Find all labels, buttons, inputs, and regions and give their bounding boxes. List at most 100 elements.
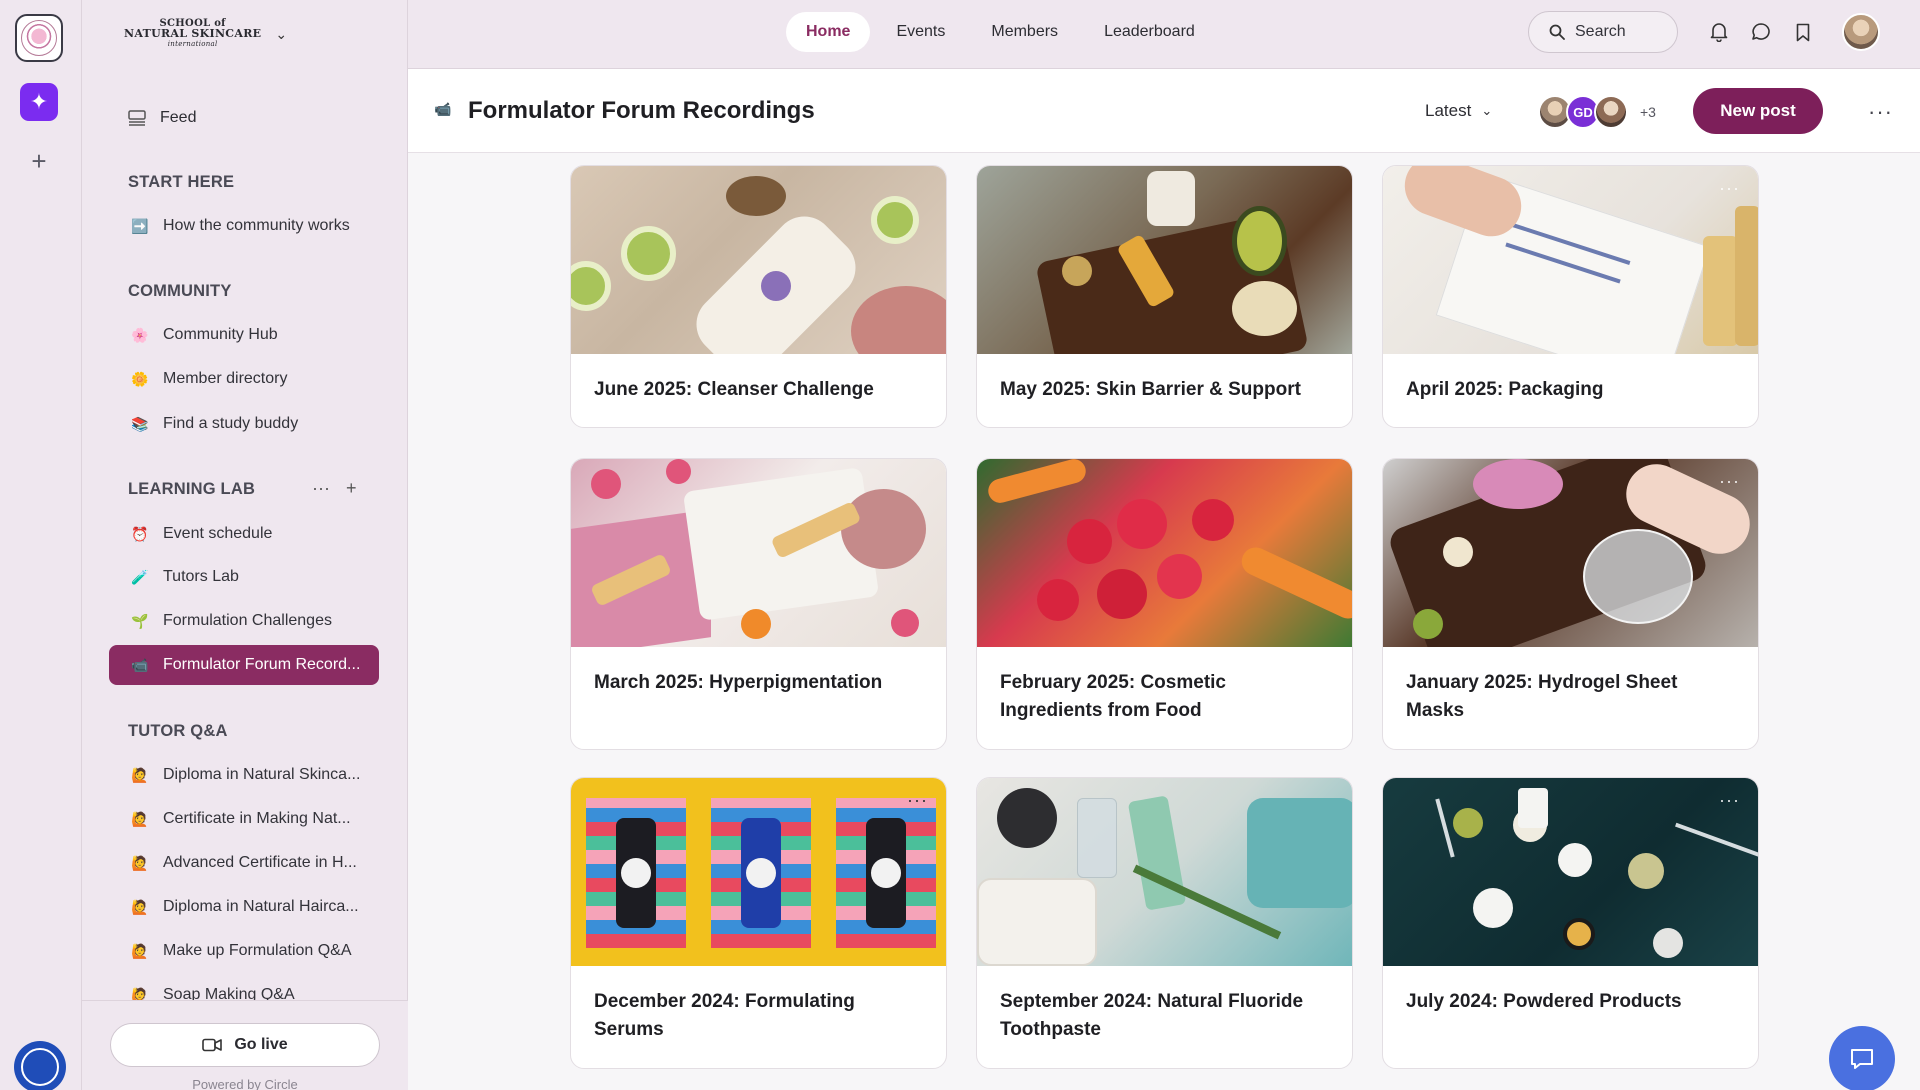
flower-icon: 🌸	[131, 326, 149, 343]
more-options-icon[interactable]: ···	[907, 790, 928, 811]
post-card[interactable]: ··· July 2024: Powdered Products	[1382, 777, 1759, 1069]
chat-icon[interactable]	[1748, 18, 1774, 46]
video-camera-icon: 📹	[434, 101, 452, 117]
sidebar-item-label: Tutors Lab	[163, 568, 239, 585]
go-live-button[interactable]: Go live	[110, 1023, 380, 1067]
post-card[interactable]: September 2024: Natural Fluoride Toothpa…	[976, 777, 1353, 1069]
video-icon	[202, 1038, 223, 1052]
sidebar-item-certificate-making-nat[interactable]: 🙋 Certificate in Making Nat...	[109, 799, 379, 839]
tab-members[interactable]: Members	[971, 12, 1078, 52]
sidebar-item-label: Formulator Forum Record...	[163, 656, 361, 673]
arrow-icon: ➡️	[131, 217, 149, 234]
post-thumbnail	[977, 166, 1352, 354]
more-options-icon[interactable]: ···	[1719, 471, 1740, 492]
more-options-icon[interactable]: ···	[1868, 99, 1893, 125]
seedling-icon: 🌱	[131, 612, 149, 629]
section-start-here[interactable]: START HERE	[128, 173, 234, 192]
tab-events[interactable]: Events	[876, 12, 965, 52]
sidebar-item-make-up-formulation[interactable]: 🙋 Make up Formulation Q&A	[109, 931, 379, 971]
sidebar-item-formulator-forum-recordings[interactable]: 📹 Formulator Forum Record...	[109, 645, 379, 685]
sidebar-item-feed[interactable]: Feed	[128, 104, 196, 132]
sparkle-icon[interactable]: ✦	[20, 83, 58, 121]
post-card[interactable]: February 2025: Cosmetic Ingredients from…	[976, 458, 1353, 750]
community-brand[interactable]: SCHOOL of NATURAL SKINCARE international…	[124, 16, 287, 52]
section-tutor-qa[interactable]: TUTOR Q&A	[128, 722, 228, 741]
sidebar-item-find-study-buddy[interactable]: 📚 Find a study buddy	[109, 404, 379, 444]
post-card[interactable]: ··· December 2024: Formulating Serums	[570, 777, 947, 1069]
community-logo-icon	[21, 20, 57, 56]
post-thumbnail	[977, 459, 1352, 647]
add-space-icon[interactable]: +	[346, 478, 357, 499]
sidebar-item-how-community-works[interactable]: ➡️ How the community works	[109, 206, 379, 246]
user-avatar[interactable]	[1842, 13, 1880, 51]
raised-hand-icon: 🙋	[131, 898, 149, 915]
search-icon	[1549, 24, 1565, 40]
sidebar-item-formulation-challenges[interactable]: 🌱 Formulation Challenges	[109, 601, 379, 641]
post-title: January 2025: Hydrogel Sheet Masks	[1406, 672, 1678, 721]
sidebar-item-label: How the community works	[163, 217, 350, 234]
chevron-down-icon[interactable]: ⌄	[275, 26, 287, 43]
post-card[interactable]: ··· April 2025: Packaging	[1382, 165, 1759, 428]
post-card[interactable]: May 2025: Skin Barrier & Support	[976, 165, 1353, 428]
posts-grid: June 2025: Cleanser Challenge May 2025: …	[408, 153, 1920, 1090]
search-button[interactable]: Search	[1528, 11, 1678, 53]
post-title: September 2024: Natural Fluoride Toothpa…	[1000, 991, 1304, 1040]
post-title: February 2025: Cosmetic Ingredients from…	[1000, 672, 1226, 721]
post-card[interactable]: March 2025: Hyperpigmentation	[570, 458, 947, 750]
go-live-label: Go live	[234, 1036, 288, 1053]
community-rail: ✦ +	[0, 0, 82, 1090]
post-card[interactable]: June 2025: Cleanser Challenge	[570, 165, 947, 428]
raised-hand-icon: 🙋	[131, 766, 149, 783]
sidebar-item-label: Community Hub	[163, 326, 278, 343]
sort-dropdown[interactable]: Latest ⌄	[1425, 101, 1492, 121]
sidebar-item-label: Feed	[160, 109, 197, 126]
sidebar-item-label: Event schedule	[163, 525, 273, 542]
add-community-icon[interactable]: +	[26, 148, 52, 174]
support-chat-button[interactable]	[1829, 1026, 1895, 1090]
sidebar-item-label: Formulation Challenges	[163, 612, 332, 629]
sidebar: SCHOOL of NATURAL SKINCARE international…	[82, 0, 408, 1090]
post-title: June 2025: Cleanser Challenge	[594, 379, 874, 400]
sidebar-item-label: Certificate in Making Nat...	[163, 810, 351, 827]
sidebar-item-diploma-natural-skincare[interactable]: 🙋 Diploma in Natural Skinca...	[109, 755, 379, 795]
more-options-icon[interactable]: ···	[1719, 790, 1740, 811]
post-title: May 2025: Skin Barrier & Support	[1000, 379, 1301, 400]
space-header: 📹 Formulator Forum Recordings Latest ⌄ G…	[408, 69, 1920, 153]
top-bar: Home Events Members Leaderboard Search	[408, 0, 1920, 69]
tab-home[interactable]: Home	[786, 12, 871, 52]
top-nav: Home Events Members Leaderboard	[786, 12, 1215, 52]
community-switcher-logo[interactable]	[15, 14, 63, 62]
sidebar-item-event-schedule[interactable]: ⏰ Event schedule	[109, 514, 379, 554]
section-community[interactable]: COMMUNITY	[128, 282, 232, 301]
sidebar-item-tutors-lab[interactable]: 🧪 Tutors Lab	[109, 557, 379, 597]
more-options-icon[interactable]: ···	[312, 478, 330, 499]
sort-label: Latest	[1425, 101, 1472, 120]
bell-icon[interactable]	[1706, 18, 1732, 46]
alarm-clock-icon: ⏰	[131, 525, 149, 542]
post-thumbnail	[977, 778, 1352, 966]
raised-hand-icon: 🙋	[131, 810, 149, 827]
bookmark-icon[interactable]	[1790, 18, 1816, 46]
search-label: Search	[1575, 23, 1626, 40]
sidebar-item-diploma-natural-haircare[interactable]: 🙋 Diploma in Natural Hairca...	[109, 887, 379, 927]
sidebar-item-community-hub[interactable]: 🌸 Community Hub	[109, 315, 379, 355]
new-post-button[interactable]: New post	[1693, 88, 1823, 134]
video-camera-icon: 📹	[131, 656, 149, 673]
more-options-icon[interactable]: ···	[1719, 178, 1740, 199]
section-tools: ··· +	[312, 478, 357, 499]
avatar	[1594, 95, 1628, 129]
chat-bubble-icon	[1851, 1049, 1873, 1069]
sidebar-item-label: Member directory	[163, 370, 288, 387]
sidebar-item-advanced-certificate[interactable]: 🙋 Advanced Certificate in H...	[109, 843, 379, 883]
sidebar-item-member-directory[interactable]: 🌼 Member directory	[109, 359, 379, 399]
space-members[interactable]: GD +3	[1538, 95, 1656, 129]
post-thumbnail	[571, 166, 946, 354]
powered-by[interactable]: Powered by Circle	[82, 1077, 408, 1090]
tab-leaderboard[interactable]: Leaderboard	[1084, 12, 1215, 52]
sidebar-item-label: Advanced Certificate in H...	[163, 854, 357, 871]
section-learning-lab[interactable]: LEARNING LAB	[128, 480, 255, 499]
accessibility-icon[interactable]	[14, 1041, 66, 1090]
post-title: March 2025: Hyperpigmentation	[594, 672, 883, 693]
raised-hand-icon: 🙋	[131, 854, 149, 871]
post-card[interactable]: ··· January 2025: Hydrogel Sheet Masks	[1382, 458, 1759, 750]
